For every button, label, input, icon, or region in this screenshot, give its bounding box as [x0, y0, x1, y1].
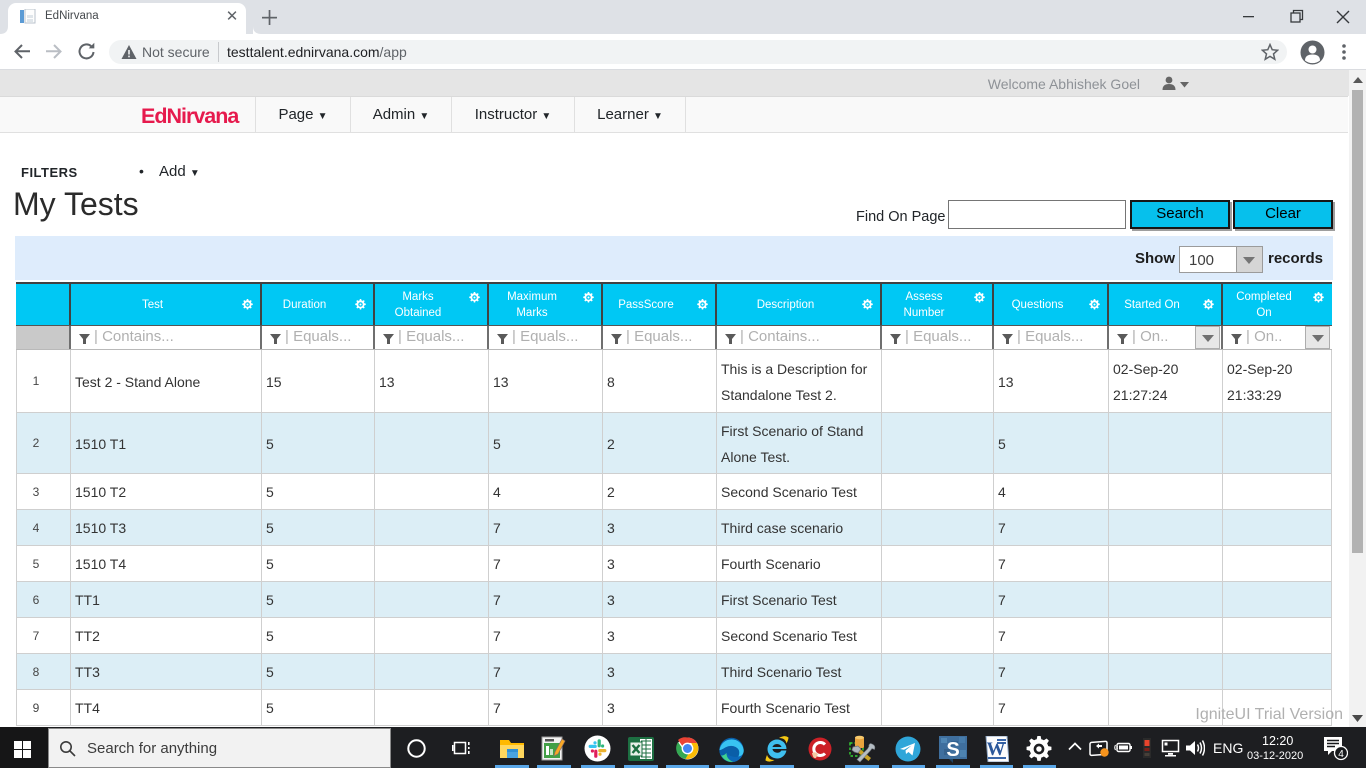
- svg-text:S: S: [946, 739, 959, 761]
- svg-text:4: 4: [1338, 749, 1344, 760]
- svg-text:W: W: [987, 739, 1006, 760]
